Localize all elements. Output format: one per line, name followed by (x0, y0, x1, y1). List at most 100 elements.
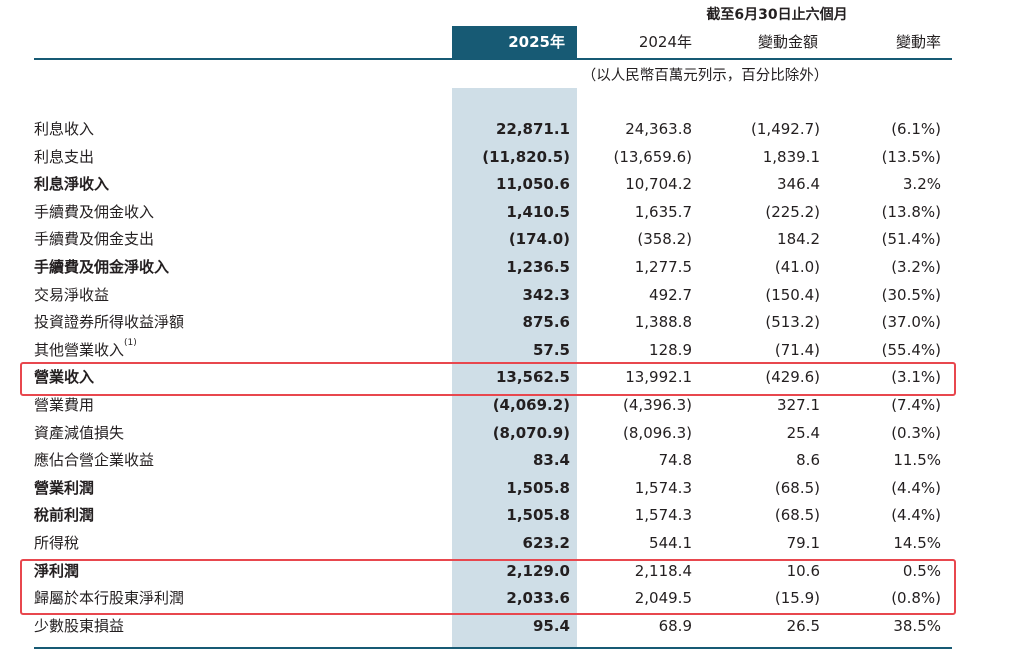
value-2024: (8,096.3) (623, 423, 692, 442)
value-rate: 14.5% (893, 534, 941, 552)
column-header-2025: 2025年 (452, 26, 577, 58)
value-change: (150.4) (765, 285, 820, 304)
table-row: 手續費及佣金收入 1,410.5 1,635.7 (225.2) (13.8%) (0, 198, 1015, 226)
value-rate: (37.0%) (881, 313, 941, 332)
value-change: (1,492.7) (751, 120, 820, 138)
column-header-change: 變動金額 (757, 33, 818, 51)
value-2025: (11,820.5) (482, 147, 570, 166)
row-label: 稅前利潤 (34, 506, 95, 525)
row-label: 手續費及佣金收入 (34, 202, 155, 221)
table-row: 稅前利潤 1,505.8 1,574.3 (68.5) (4.4%) (0, 501, 1015, 529)
value-2024: 74.8 (658, 451, 692, 470)
value-2024: 1,574.3 (634, 478, 692, 497)
value-2024: 128.9 (649, 340, 692, 359)
value-rate: 38.5% (893, 616, 941, 635)
value-2024: 544.1 (649, 534, 692, 552)
table-row: 所得稅 623.2 544.1 79.1 14.5% (0, 529, 1015, 557)
value-2025: 1,505.8 (506, 506, 570, 525)
value-change: 26.5 (786, 616, 820, 635)
row-label: 利息收入 (34, 120, 95, 138)
value-2025: 11,050.6 (495, 175, 570, 194)
bottom-rule (34, 647, 952, 649)
table-row: 少數股東損益 95.4 68.9 26.5 38.5% (0, 612, 1015, 640)
value-rate: (4.4%) (891, 506, 941, 525)
value-2024: 1,574.3 (634, 506, 692, 525)
value-change: (68.5) (774, 506, 820, 525)
table-row: 資產減值損失 (8,070.9) (8,096.3) 25.4 (0.3%) (0, 419, 1015, 447)
table-row: 手續費及佣金支出 (174.0) (358.2) 184.2 (51.4%) (0, 225, 1015, 253)
table-row: 其他營業收入(1) 57.5 128.9 (71.4) (55.4%) (0, 336, 1015, 364)
annotation-box-operating-income (20, 362, 956, 396)
value-rate: (0.3%) (891, 423, 941, 442)
row-label: 投資證券所得收益淨額 (34, 313, 185, 332)
value-2024: 24,363.8 (625, 120, 692, 138)
row-label: 營業利潤 (34, 478, 95, 497)
value-2024: 68.9 (658, 616, 692, 635)
value-2024: (358.2) (637, 230, 692, 249)
period-header: 截至6月30日止六個月 (706, 7, 848, 23)
table-row: 手續費及佣金淨收入 1,236.5 1,277.5 (41.0) (3.2%) (0, 253, 1015, 281)
value-2025: 1,505.8 (506, 478, 570, 497)
row-label: 手續費及佣金淨收入 (34, 258, 170, 276)
value-rate: (51.4%) (881, 230, 941, 249)
value-change: 1,839.1 (762, 147, 820, 166)
value-rate: (4.4%) (891, 478, 941, 497)
row-label: 利息淨收入 (34, 175, 110, 194)
value-2024: 1,277.5 (634, 258, 692, 276)
value-2025: 875.6 (522, 313, 570, 332)
value-2025: 1,236.5 (506, 258, 570, 276)
value-change: 79.1 (786, 534, 820, 552)
value-change: 184.2 (777, 230, 820, 249)
row-label: 應佔合營企業收益 (34, 451, 155, 470)
table-row: 投資證券所得收益淨額 875.6 1,388.8 (513.2) (37.0%) (0, 308, 1015, 336)
row-label: 其他營業收入(1) (34, 337, 137, 359)
column-header-rate: 變動率 (895, 33, 941, 51)
row-label: 所得稅 (34, 534, 80, 552)
value-rate: (55.4%) (881, 340, 941, 359)
annotation-box-net-profit (20, 559, 956, 615)
row-label: 利息支出 (34, 147, 95, 166)
value-rate: (3.2%) (891, 258, 941, 276)
row-label: 手續費及佣金支出 (34, 230, 155, 249)
table-row: 利息收入 22,871.1 24,363.8 (1,492.7) (6.1%) (0, 115, 1015, 143)
table-row: 應佔合營企業收益 83.4 74.8 8.6 11.5% (0, 446, 1015, 474)
value-rate: 3.2% (902, 175, 941, 194)
value-rate: (6.1%) (891, 120, 941, 138)
row-label: 資產減值損失 (34, 423, 125, 442)
value-2025: 95.4 (532, 616, 570, 635)
row-label: 交易淨收益 (34, 285, 110, 304)
value-2025: 623.2 (522, 534, 570, 552)
value-2025: 22,871.1 (495, 120, 570, 138)
value-2025: 83.4 (532, 451, 570, 470)
value-2025: (8,070.9) (492, 423, 570, 442)
column-header-2024: 2024年 (638, 33, 692, 51)
table-row: 利息淨收入 11,050.6 10,704.2 346.4 3.2% (0, 170, 1015, 198)
table-row: 利息支出 (11,820.5) (13,659.6) 1,839.1 (13.5%) (0, 143, 1015, 171)
value-change: 346.4 (777, 175, 820, 194)
footnote-marker: (1) (124, 337, 137, 348)
value-2025: 342.3 (522, 285, 570, 304)
value-2024: 10,704.2 (625, 175, 692, 194)
value-change: (71.4) (774, 340, 820, 359)
value-2024: 1,388.8 (634, 313, 692, 332)
value-change: (68.5) (774, 478, 820, 497)
header-rule (34, 58, 952, 60)
value-change: 25.4 (786, 423, 820, 442)
table-row: 交易淨收益 342.3 492.7 (150.4) (30.5%) (0, 281, 1015, 309)
value-2025: 57.5 (532, 340, 570, 359)
value-2024: (13,659.6) (613, 147, 692, 166)
value-change: (513.2) (765, 313, 820, 332)
value-2024: 492.7 (649, 285, 692, 304)
value-change: 8.6 (796, 451, 820, 470)
row-label: 少數股東損益 (34, 616, 125, 635)
value-rate: (30.5%) (881, 285, 941, 304)
value-2024: 1,635.7 (634, 202, 692, 221)
value-change: (225.2) (765, 202, 820, 221)
value-2025: (174.0) (508, 230, 570, 249)
table-row: 營業利潤 1,505.8 1,574.3 (68.5) (4.4%) (0, 474, 1015, 502)
value-rate: (13.5%) (881, 147, 941, 166)
value-2025: 1,410.5 (506, 202, 570, 221)
value-rate: (13.8%) (881, 202, 941, 221)
unit-note: （以人民幣百萬元列示，百分比除外） (581, 68, 829, 84)
value-change: (41.0) (774, 258, 820, 276)
